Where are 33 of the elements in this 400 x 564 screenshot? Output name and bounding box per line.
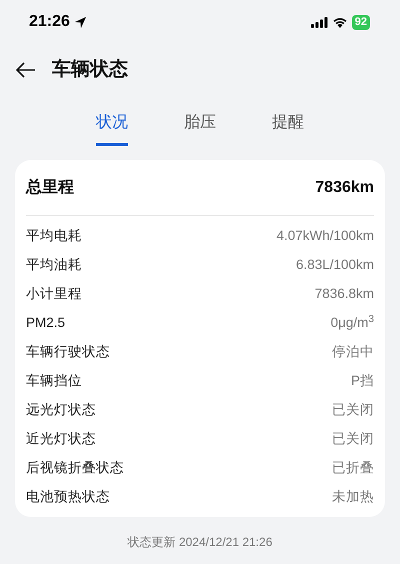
clock-time: 21:26 [29, 12, 70, 32]
tab[interactable]: 胎压 [184, 106, 216, 146]
row-value: 6.83L/100km [296, 256, 374, 274]
row-label: 近光灯状态 [26, 430, 96, 448]
page-title: 车辆状态 [52, 58, 128, 82]
row-value: P挡 [350, 372, 374, 390]
tab[interactable]: 提醒 [272, 106, 304, 146]
row-label: PM2.5 [26, 314, 66, 332]
signal-icon [310, 16, 328, 28]
location-arrow-icon [74, 16, 87, 28]
row-label: 小计里程 [26, 285, 82, 304]
row-label: 车辆挡位 [26, 372, 82, 390]
row-value: 未加热 [332, 488, 374, 506]
row-value: 7836.8km [314, 285, 374, 304]
row-value: 4.07kWh/100km [276, 227, 374, 246]
row-label: 电池预热状态 [26, 488, 110, 506]
total-mileage-value: 7836km [315, 178, 374, 198]
row-value: 已折叠 [332, 459, 374, 478]
row-label: 平均电耗 [26, 227, 82, 246]
tab[interactable]: 状况 [96, 106, 128, 146]
row-value: 0μg/m$^{3}$ [330, 313, 374, 332]
row-value: 已关闭 [332, 401, 374, 420]
row-label: 车辆行驶状态 [26, 343, 110, 362]
row-value: 已关闭 [332, 430, 374, 448]
update-time: 状态更新 2024/12/21 21:26 [128, 535, 272, 549]
total-mileage-label: 总里程 [26, 178, 74, 198]
row-label: 远光灯状态 [26, 401, 96, 420]
row-value: 停泊中 [332, 343, 374, 362]
battery-level: 92 [352, 14, 370, 30]
row-label: 后视镜折叠状态 [26, 459, 124, 478]
back-icon[interactable] [16, 62, 36, 78]
wifi-icon [332, 16, 348, 28]
row-label: 平均油耗 [26, 256, 82, 274]
